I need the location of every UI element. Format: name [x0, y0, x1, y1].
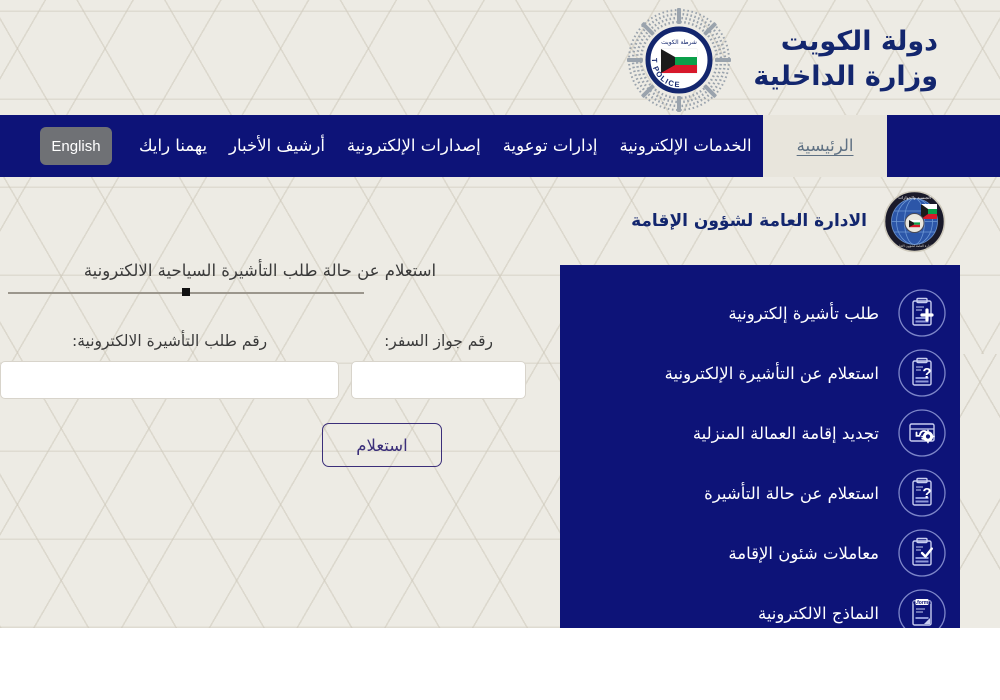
nav-right-cap [887, 115, 928, 177]
site-title-block: دولة الكويت وزارة الداخلية [753, 25, 938, 94]
inquiry-form: استعلام عن حالة طلب التأشيرة السياحية ال… [0, 177, 560, 467]
site-title-ministry: وزارة الداخلية [753, 61, 938, 92]
sidebar-item-label: استعلام عن التأشيرة الإلكترونية [664, 363, 879, 383]
sidebar-item-label: تجديد إقامة العمالة المنزلية [692, 423, 879, 443]
renew-search-icon [897, 408, 947, 458]
department-title: الادارة العامة لشؤون الإقامة [631, 211, 867, 231]
svg-text:e.forms: e.forms [913, 600, 931, 606]
right-rail: الجنسية والجوازات الادارة العامة لشؤون ا… [560, 177, 960, 628]
sidebar-item-visa-status-inquiry[interactable]: ? استعلام عن حالة التأشيرة [560, 463, 960, 523]
nav-item-eservices[interactable]: الخدمات الإلكترونية [608, 115, 762, 177]
sidebar-item-label: النماذج الالكترونية [757, 603, 879, 623]
evisa-request-number-field-group: رقم طلب التأشيرة الالكترونية: [0, 332, 340, 399]
language-toggle-button[interactable]: English [40, 127, 112, 165]
submit-row: استعلام [0, 423, 542, 467]
divider-marker [182, 288, 190, 296]
site-title-country: دولة الكويت [780, 26, 938, 58]
sidebar-item-evisa-inquiry[interactable]: ? استعلام عن التأشيرة الإلكترونية [560, 343, 960, 403]
nav-item-awareness-departments[interactable]: إدارات توعوية [492, 115, 609, 177]
passport-number-input[interactable] [351, 361, 526, 399]
sidebar-item-label: طلب تأشيرة إلكترونية [728, 303, 879, 323]
inquiry-submit-button[interactable]: استعلام [322, 423, 442, 467]
nav-item-electronic-publications[interactable]: إصدارات الإلكترونية [336, 115, 492, 177]
svg-text:الجنسية والجوازات: الجنسية والجوازات [898, 195, 931, 200]
svg-text:الادارة العامة لشؤون الاقامة: الادارة العامة لشؤون الاقامة [896, 244, 933, 248]
svg-text:?: ? [922, 365, 931, 382]
kuwait-police-emblem-icon: شرطة الكويت KUWAIT POLICE [627, 8, 732, 112]
page-bottom-whitespace [0, 628, 1000, 700]
svg-text:?: ? [922, 485, 931, 502]
main-navigation: الرئيسية الخدمات الإلكترونية إدارات توعو… [0, 115, 1000, 177]
nav-item-news-archive[interactable]: أرشيف الأخبار [218, 115, 336, 177]
nav-item-your-opinion-matters[interactable]: يهمنا رايك [128, 115, 218, 177]
sidebar-item-renew-domestic-labor-residence[interactable]: تجديد إقامة العمالة المنزلية [560, 403, 960, 463]
passport-number-label: رقم جواز السفر: [384, 332, 493, 350]
svg-text:شرطة الكويت: شرطة الكويت [662, 39, 698, 46]
nav-item-home[interactable]: الرئيسية [762, 115, 888, 177]
sidebar-item-request-evisa[interactable]: طلب تأشيرة إلكترونية [560, 283, 960, 343]
document-question-icon: ? [897, 348, 947, 398]
sidebar-item-residence-affairs-transactions[interactable]: معاملات شئون الإقامة [560, 523, 960, 583]
evisa-request-number-label: رقم طلب التأشيرة الالكترونية: [71, 332, 268, 350]
evisa-request-number-input[interactable] [0, 361, 340, 399]
sidebar-item-label: استعلام عن حالة التأشيرة [704, 483, 879, 503]
title-divider [8, 287, 364, 299]
main-form-panel: استعلام عن حالة طلب التأشيرة السياحية ال… [0, 177, 560, 628]
sidebar-item-electronic-forms[interactable]: e.forms النماذج الالكترونية [560, 583, 960, 628]
sidebar-item-label: معاملات شئون الإقامة [728, 543, 879, 563]
department-header: الجنسية والجوازات الادارة العامة لشؤون ا… [560, 177, 960, 265]
residence-affairs-emblem-icon: الجنسية والجوازات الادارة العامة لشؤون ا… [883, 190, 946, 253]
site-header: دولة الكويت وزارة الداخلية شرطة الكويت T… [0, 0, 1000, 115]
eforms-icon: e.forms [897, 588, 947, 628]
document-check-icon [897, 528, 947, 578]
document-plus-icon [897, 288, 947, 338]
form-fields-row: رقم جواز السفر: رقم طلب التأشيرة الالكتر… [0, 332, 542, 399]
document-question-icon: ? [897, 468, 947, 518]
sidebar-menu: طلب تأشيرة إلكترونية ? استعلام عن التأشي… [560, 265, 960, 628]
page-content: الجنسية والجوازات الادارة العامة لشؤون ا… [0, 177, 1000, 700]
form-title: استعلام عن حالة طلب التأشيرة السياحية ال… [83, 261, 437, 280]
passport-number-field-group: رقم جواز السفر: [351, 332, 526, 399]
page-root: دولة الكويت وزارة الداخلية شرطة الكويت T… [0, 0, 1000, 700]
